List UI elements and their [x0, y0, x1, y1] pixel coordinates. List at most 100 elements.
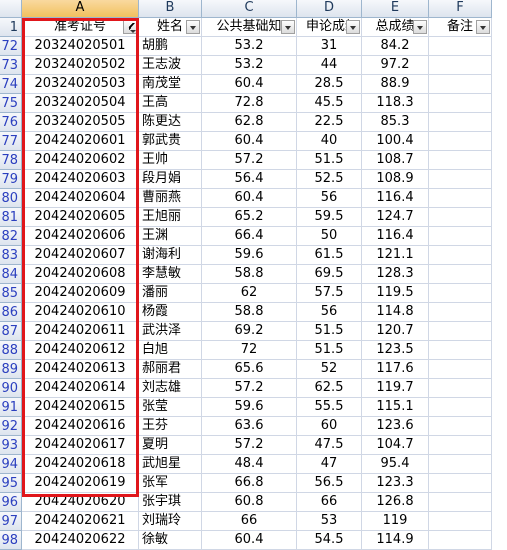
table-cell[interactable]: 120.7 [362, 322, 429, 341]
row-header[interactable]: 91 [0, 398, 22, 417]
table-cell[interactable]: 114.8 [362, 303, 429, 322]
table-cell[interactable]: 65.6 [202, 360, 297, 379]
table-cell[interactable] [429, 151, 492, 170]
row-header[interactable]: 80 [0, 189, 22, 208]
column-header-e[interactable]: E [362, 0, 429, 18]
table-cell[interactable]: 117.6 [362, 360, 429, 379]
table-cell[interactable]: 胡鹏 [139, 37, 202, 56]
row-header[interactable]: 73 [0, 56, 22, 75]
filter-active-icon[interactable] [123, 20, 137, 34]
table-cell[interactable]: 20424020611 [22, 322, 139, 341]
row-header[interactable]: 90 [0, 379, 22, 398]
table-cell[interactable]: 20424020613 [22, 360, 139, 379]
table-cell[interactable]: 20424020618 [22, 455, 139, 474]
table-cell[interactable]: 51.5 [297, 322, 362, 341]
row-header[interactable]: 98 [0, 531, 22, 550]
table-cell[interactable]: 97.2 [362, 56, 429, 75]
table-cell[interactable]: 52.5 [297, 170, 362, 189]
table-cell[interactable]: 119.5 [362, 284, 429, 303]
filter-dropdown-icon[interactable] [476, 20, 490, 34]
table-cell[interactable]: 66 [297, 493, 362, 512]
table-cell[interactable]: 56.4 [202, 170, 297, 189]
table-cell[interactable]: 56 [297, 303, 362, 322]
table-cell[interactable]: 20424020603 [22, 170, 139, 189]
table-cell[interactable] [429, 113, 492, 132]
table-cell[interactable]: 31 [297, 37, 362, 56]
row-header[interactable]: 86 [0, 303, 22, 322]
table-cell[interactable]: 59.6 [202, 246, 297, 265]
table-cell[interactable]: 陈更达 [139, 113, 202, 132]
table-cell[interactable]: 66.8 [202, 474, 297, 493]
row-header[interactable]: 93 [0, 436, 22, 455]
table-cell[interactable]: 20424020622 [22, 531, 139, 550]
table-cell[interactable]: 48.4 [202, 455, 297, 474]
table-cell[interactable] [429, 132, 492, 151]
table-cell[interactable] [429, 322, 492, 341]
table-cell[interactable] [429, 360, 492, 379]
table-cell[interactable]: 20324020502 [22, 56, 139, 75]
table-cell[interactable]: 123.6 [362, 417, 429, 436]
header-cell[interactable]: 总成绩 [362, 18, 429, 37]
column-header-b[interactable]: B [139, 0, 202, 18]
table-cell[interactable]: 108.9 [362, 170, 429, 189]
table-cell[interactable]: 50 [297, 227, 362, 246]
table-cell[interactable]: 白旭 [139, 341, 202, 360]
header-cell[interactable]: 姓名 [139, 18, 202, 37]
row-header[interactable]: 75 [0, 94, 22, 113]
table-cell[interactable]: 20424020604 [22, 189, 139, 208]
column-header-c[interactable]: C [202, 0, 297, 18]
table-cell[interactable]: 126.8 [362, 493, 429, 512]
table-cell[interactable]: 58.8 [202, 265, 297, 284]
table-cell[interactable] [429, 94, 492, 113]
table-cell[interactable]: 124.7 [362, 208, 429, 227]
table-cell[interactable]: 52 [297, 360, 362, 379]
table-cell[interactable]: 72.8 [202, 94, 297, 113]
table-cell[interactable]: 44 [297, 56, 362, 75]
row-header[interactable]: 95 [0, 474, 22, 493]
table-cell[interactable]: 张军 [139, 474, 202, 493]
table-cell[interactable]: 60.4 [202, 531, 297, 550]
table-cell[interactable]: 116.4 [362, 189, 429, 208]
table-cell[interactable]: 57.2 [202, 151, 297, 170]
table-cell[interactable]: 128.3 [362, 265, 429, 284]
table-cell[interactable]: 59.6 [202, 398, 297, 417]
table-cell[interactable]: 王芬 [139, 417, 202, 436]
table-cell[interactable]: 55.5 [297, 398, 362, 417]
table-cell[interactable]: 51.5 [297, 151, 362, 170]
row-header[interactable]: 78 [0, 151, 22, 170]
table-cell[interactable]: 57.2 [202, 436, 297, 455]
table-cell[interactable]: 王高 [139, 94, 202, 113]
filter-dropdown-icon[interactable] [346, 20, 360, 34]
row-header[interactable]: 89 [0, 360, 22, 379]
row-header[interactable]: 94 [0, 455, 22, 474]
table-cell[interactable]: 40 [297, 132, 362, 151]
table-cell[interactable]: 刘瑞玲 [139, 512, 202, 531]
table-cell[interactable]: 20424020619 [22, 474, 139, 493]
table-cell[interactable]: 郭武贵 [139, 132, 202, 151]
row-header[interactable]: 76 [0, 113, 22, 132]
table-cell[interactable]: 夏明 [139, 436, 202, 455]
table-cell[interactable]: 20424020620 [22, 493, 139, 512]
header-cell[interactable]: 公共基础知 [202, 18, 297, 37]
table-cell[interactable]: 61.5 [297, 246, 362, 265]
table-cell[interactable]: 段月娟 [139, 170, 202, 189]
table-cell[interactable] [429, 379, 492, 398]
table-cell[interactable]: 28.5 [297, 75, 362, 94]
table-cell[interactable]: 69.5 [297, 265, 362, 284]
table-cell[interactable]: 20424020616 [22, 417, 139, 436]
header-cell[interactable]: 备注 [429, 18, 492, 37]
table-cell[interactable]: 20324020504 [22, 94, 139, 113]
table-cell[interactable]: 121.1 [362, 246, 429, 265]
spreadsheet-grid[interactable]: ABCDEF 1准考证号姓名公共基础知申论成绩总成绩备注722032402050… [0, 0, 507, 550]
table-cell[interactable]: 20424020615 [22, 398, 139, 417]
table-cell[interactable]: 95.4 [362, 455, 429, 474]
table-cell[interactable]: 47.5 [297, 436, 362, 455]
table-cell[interactable]: 20424020614 [22, 379, 139, 398]
row-header[interactable]: 81 [0, 208, 22, 227]
table-cell[interactable]: 66 [202, 512, 297, 531]
table-cell[interactable] [429, 417, 492, 436]
column-header-a[interactable]: A [22, 0, 139, 18]
table-cell[interactable]: 李慧敏 [139, 265, 202, 284]
row-header[interactable]: 84 [0, 265, 22, 284]
table-cell[interactable]: 张宇琪 [139, 493, 202, 512]
